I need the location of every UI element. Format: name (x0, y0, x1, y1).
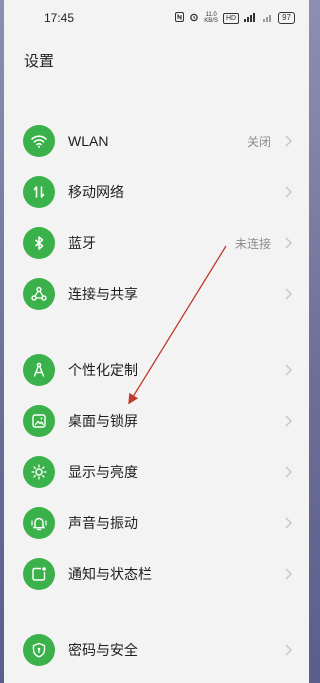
status-bar: 17:45 11.0 KB/S HD 97 (4, 0, 309, 36)
chevron-right-icon (285, 517, 292, 529)
settings-item-wlan[interactable]: WLAN 关闭 (4, 117, 309, 165)
settings-item-mobile-network[interactable]: 移动网络 (4, 168, 309, 216)
settings-item-label: 通知与状态栏 (68, 566, 152, 582)
chevron-right-icon (285, 415, 292, 427)
settings-item-label: 蓝牙 (68, 235, 96, 251)
settings-item-bluetooth[interactable]: 蓝牙 未连接 (4, 219, 309, 267)
settings-item-sound-vibration[interactable]: 声音与振动 (4, 499, 309, 547)
settings-item-password-security[interactable]: 密码与安全 (4, 626, 309, 674)
settings-item-label: 个性化定制 (68, 362, 138, 378)
page-title: 设置 (24, 53, 55, 70)
settings-item-connection-sharing[interactable]: 连接与共享 (4, 270, 309, 318)
chevron-right-icon (285, 135, 292, 147)
settings-item-label: 连接与共享 (68, 286, 138, 302)
settings-item-value: 关闭 (246, 134, 271, 149)
signal-icon-2 (263, 12, 273, 24)
settings-item-label: 移动网络 (68, 184, 124, 200)
settings-item-label: 声音与振动 (68, 515, 138, 531)
hd-badge: HD (222, 12, 240, 24)
status-icons: 11.0 KB/S HD 97 (175, 12, 295, 24)
settings-item-personalization[interactable]: 个性化定制 (4, 346, 309, 394)
settings-item-label: 桌面与锁屏 (68, 413, 138, 429)
notification-icon (23, 558, 55, 590)
chevron-right-icon (285, 186, 292, 198)
settings-item-label: WLAN (68, 133, 109, 149)
bell-icon (23, 507, 55, 539)
chevron-right-icon (285, 288, 292, 300)
battery-indicator: 97 (278, 12, 295, 24)
wifi-icon (23, 125, 55, 157)
wallpaper-icon (23, 405, 55, 437)
bluetooth-icon (23, 227, 55, 259)
signal-icon (244, 12, 258, 24)
network-speed: 11.0 KB/S (204, 12, 218, 24)
shield-icon (23, 634, 55, 666)
chevron-right-icon (285, 568, 292, 580)
settings-item-value: 未连接 (234, 236, 271, 251)
settings-item-label: 显示与亮度 (68, 464, 138, 480)
mobile-data-icon (23, 176, 55, 208)
settings-item-display-brightness[interactable]: 显示与亮度 (4, 448, 309, 496)
nfc-icon (175, 12, 185, 24)
status-time: 17:45 (44, 11, 75, 25)
personalize-icon (23, 354, 55, 386)
settings-item-label: 密码与安全 (68, 642, 138, 658)
alarm-icon (189, 12, 199, 24)
settings-screen: 17:45 11.0 KB/S HD 97 设置 WLAN 关闭 移动网络 蓝牙… (4, 0, 309, 683)
brightness-icon (23, 456, 55, 488)
chevron-right-icon (285, 364, 292, 376)
settings-item-notification-statusbar[interactable]: 通知与状态栏 (4, 550, 309, 598)
share-icon (23, 278, 55, 310)
chevron-right-icon (285, 644, 292, 656)
chevron-right-icon (285, 237, 292, 249)
chevron-right-icon (285, 466, 292, 478)
settings-item-desktop-lockscreen[interactable]: 桌面与锁屏 (4, 397, 309, 445)
